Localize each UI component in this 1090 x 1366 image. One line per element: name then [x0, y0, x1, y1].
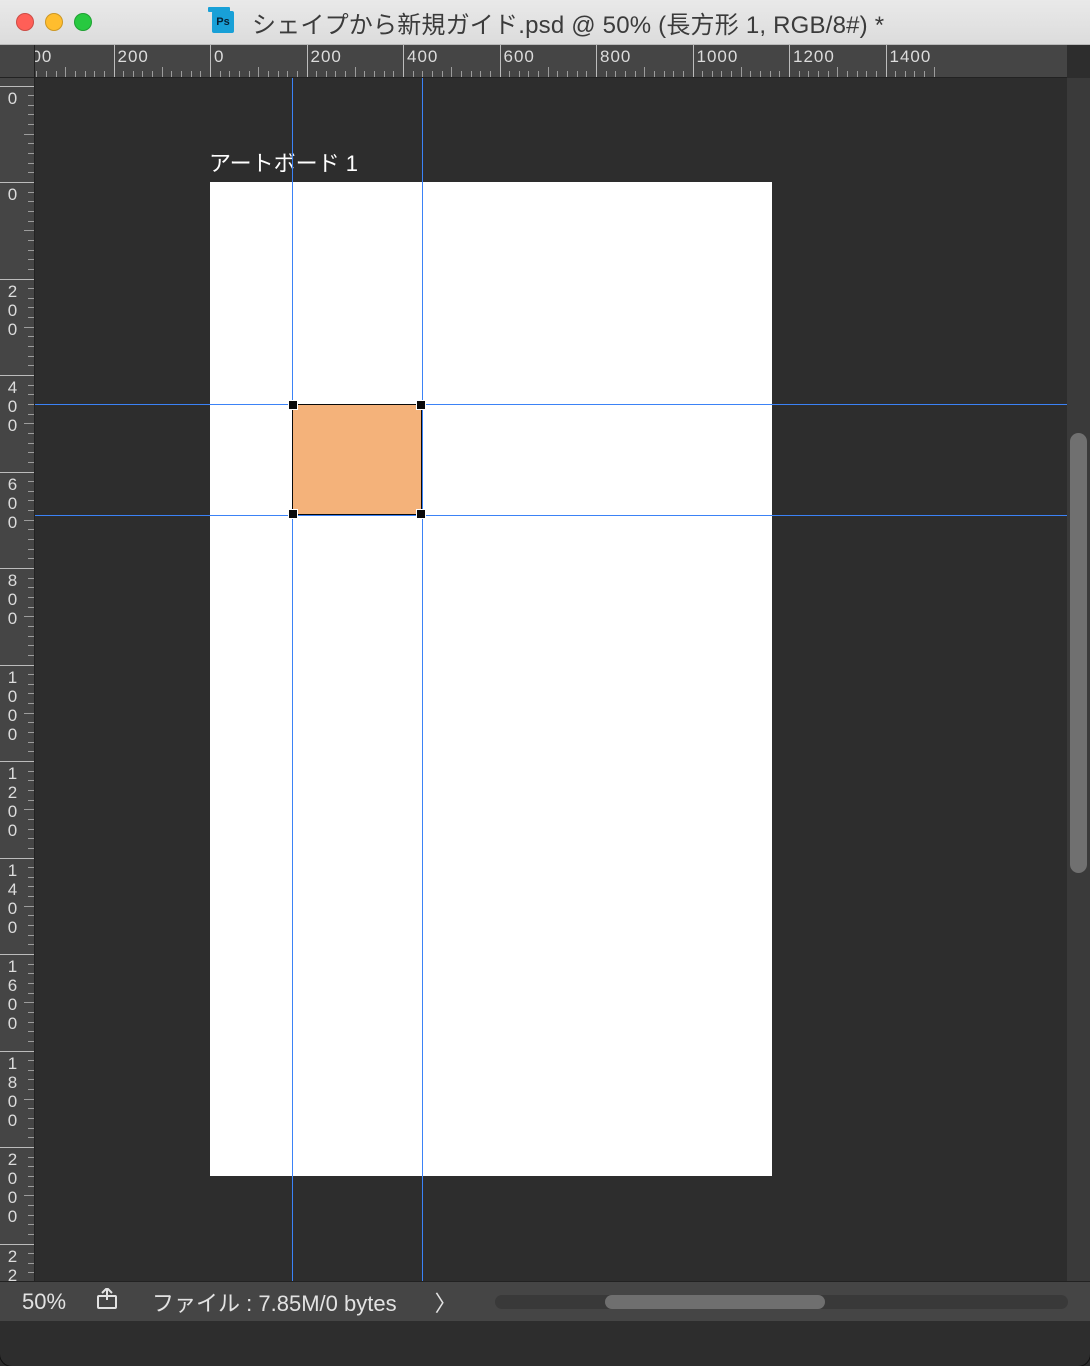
artboard[interactable]	[210, 182, 772, 1176]
ruler-v-label: 1800	[5, 1054, 20, 1130]
ruler-v-label: 800	[5, 571, 20, 628]
window-title: シェイプから新規ガイド.psd @ 50% (長方形 1, RGB/8#) *	[252, 5, 884, 40]
ruler-v-label: 400	[5, 378, 20, 435]
ruler-h-label: 1200	[793, 47, 835, 67]
guide-vertical-left[interactable]	[292, 78, 293, 1281]
share-icon[interactable]	[88, 1288, 130, 1316]
ruler-h-label: 600	[504, 47, 535, 67]
ruler-v-label: 2200	[5, 1247, 20, 1282]
minimize-icon[interactable]	[45, 13, 63, 31]
close-icon[interactable]	[16, 13, 34, 31]
scrollbar-vertical-thumb[interactable]	[1070, 433, 1087, 873]
ruler-v-label: 0	[5, 185, 20, 204]
workspace: 4002000200400600800100012001400 00200400…	[0, 45, 1090, 1321]
ruler-v-label: 1200	[5, 764, 20, 840]
statusbar: 50% ファイル : 7.85M/0 bytes 〉	[0, 1281, 1090, 1321]
scrollbar-horizontal-thumb[interactable]	[605, 1295, 825, 1309]
ruler-origin[interactable]	[0, 45, 35, 78]
ruler-v-label: 0	[5, 89, 20, 108]
ruler-v-label: 200	[5, 282, 20, 339]
guide-vertical-right[interactable]	[422, 78, 423, 1281]
ruler-v-label: 600	[5, 475, 20, 532]
artboard-label[interactable]: アートボード 1	[209, 146, 358, 178]
ruler-vertical[interactable]: 0 0 200 400 600 800 1000 1200 1400 1600 1800 2000 22…	[0, 78, 35, 1281]
canvas-area[interactable]: アートボード 1	[35, 78, 1067, 1281]
ruler-h-label: 1400	[890, 47, 932, 67]
zoom-level[interactable]: 50%	[0, 1289, 88, 1315]
guide-horizontal-top[interactable]	[35, 404, 1067, 405]
ruler-h-label: 1000	[697, 47, 739, 67]
ruler-v-label: 2000	[5, 1150, 20, 1226]
file-info-expand-icon[interactable]: 〉	[419, 1286, 473, 1318]
ruler-h-label: 200	[311, 47, 342, 67]
file-info[interactable]: ファイル : 7.85M/0 bytes	[130, 1286, 419, 1318]
ruler-v-label: 1000	[5, 668, 20, 744]
ruler-horizontal[interactable]: 400 200 0 200 400 600 800 1000 1200 1400	[35, 45, 1067, 78]
shape-rectangle[interactable]	[292, 404, 422, 515]
guide-horizontal-bottom[interactable]	[35, 515, 1067, 516]
ruler-v-label: 1400	[5, 861, 20, 937]
ruler-h-label: 400	[35, 47, 52, 67]
ps-file-icon: Ps	[212, 11, 234, 33]
scrollbar-horizontal[interactable]	[495, 1295, 1068, 1309]
ruler-h-label: 800	[600, 47, 631, 67]
ruler-v-label: 1600	[5, 957, 20, 1033]
scrollbar-vertical[interactable]	[1067, 78, 1090, 1281]
titlebar: Ps シェイプから新規ガイド.psd @ 50% (長方形 1, RGB/8#)…	[0, 0, 1090, 45]
window-controls	[16, 13, 92, 31]
ruler-h-label: 400	[407, 47, 438, 67]
ruler-h-label: 200	[118, 47, 149, 67]
ruler-h-label: 0	[214, 47, 224, 67]
zoom-window-icon[interactable]	[74, 13, 92, 31]
